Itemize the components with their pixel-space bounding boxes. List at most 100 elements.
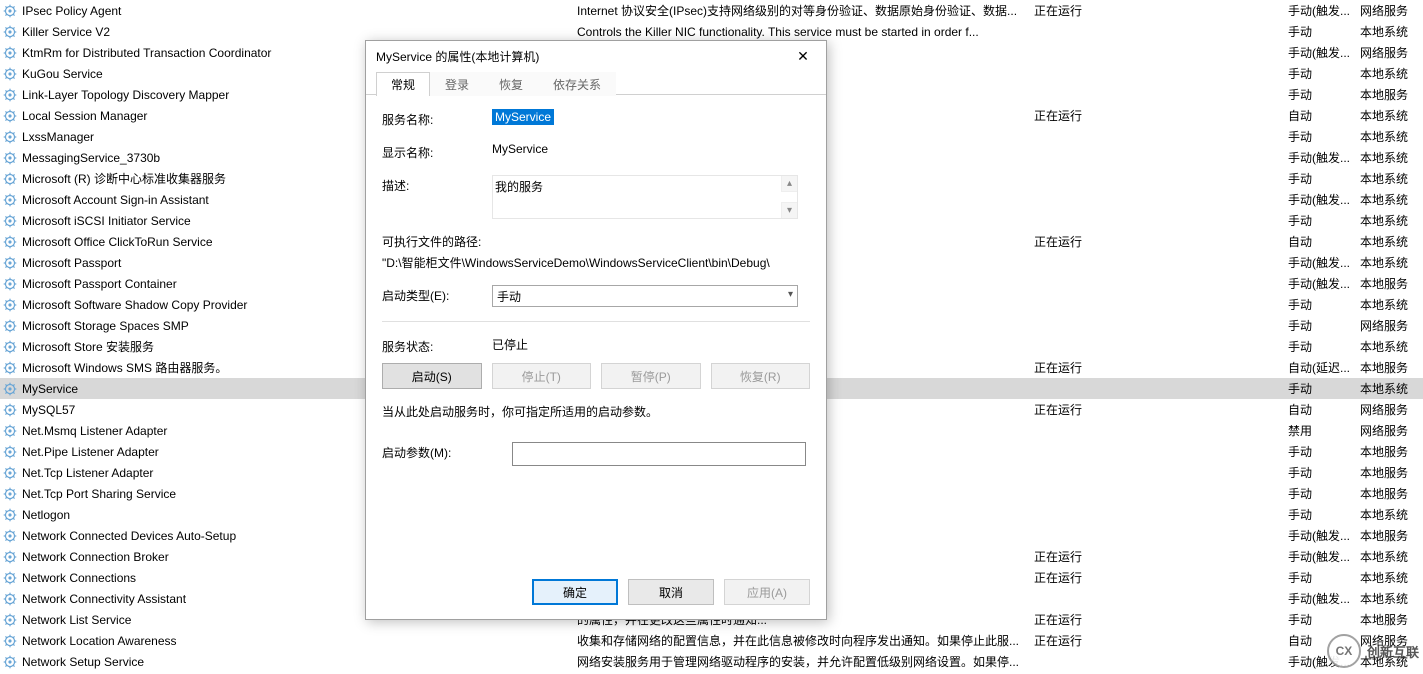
gear-icon bbox=[2, 402, 18, 418]
startup-params-input[interactable] bbox=[512, 442, 806, 466]
gear-icon bbox=[2, 255, 18, 271]
gear-icon bbox=[2, 612, 18, 628]
service-startup: 手动 bbox=[1288, 338, 1360, 355]
service-name: Microsoft Storage Spaces SMP bbox=[22, 319, 189, 333]
gear-icon bbox=[2, 465, 18, 481]
stop-button: 停止(T) bbox=[492, 363, 592, 389]
service-logon: 本地系统 bbox=[1360, 149, 1423, 166]
label-display-name: 显示名称: bbox=[382, 142, 492, 161]
gear-icon bbox=[2, 276, 18, 292]
service-row[interactable]: Network Setup Service网络安装服务用于管理网络驱动程序的安装… bbox=[0, 651, 1423, 672]
service-status: 正在运行 bbox=[1034, 233, 1288, 250]
scroll-down-icon[interactable]: ▾ bbox=[781, 202, 797, 218]
service-logon: 本地系统 bbox=[1360, 170, 1423, 187]
gear-icon bbox=[2, 129, 18, 145]
service-row[interactable]: IPsec Policy AgentInternet 协议安全(IPsec)支持… bbox=[0, 0, 1423, 21]
service-status: 正在运行 bbox=[1034, 632, 1288, 649]
service-name: LxssManager bbox=[22, 130, 94, 144]
scroll-up-icon[interactable]: ▴ bbox=[781, 176, 797, 192]
tab-dependencies[interactable]: 依存关系 bbox=[538, 72, 616, 96]
close-icon[interactable]: ✕ bbox=[780, 41, 826, 71]
service-startup: 手动 bbox=[1288, 464, 1360, 481]
service-startup: 手动 bbox=[1288, 569, 1360, 586]
service-logon: 网络服务 bbox=[1360, 44, 1423, 61]
gear-icon bbox=[2, 654, 18, 670]
service-logon: 本地服务 bbox=[1360, 611, 1423, 628]
service-startup: 手动 bbox=[1288, 611, 1360, 628]
service-description: Controls the Killer NIC functionality. T… bbox=[577, 25, 1034, 39]
tab-recovery[interactable]: 恢复 bbox=[484, 72, 538, 96]
gear-icon bbox=[2, 633, 18, 649]
ok-button[interactable]: 确定 bbox=[532, 579, 618, 605]
service-name: Network Connection Broker bbox=[22, 550, 169, 564]
service-logon: 本地服务 bbox=[1360, 275, 1423, 292]
service-status: 正在运行 bbox=[1034, 107, 1288, 124]
gear-icon bbox=[2, 381, 18, 397]
value-service-name: MyService bbox=[492, 109, 554, 125]
service-startup: 手动 bbox=[1288, 506, 1360, 523]
service-name: Microsoft Passport Container bbox=[22, 277, 177, 291]
service-startup: 自动 bbox=[1288, 107, 1360, 124]
dialog-title: MyService 的属性(本地计算机) bbox=[376, 48, 780, 65]
service-startup: 手动 bbox=[1288, 86, 1360, 103]
service-status: 正在运行 bbox=[1034, 548, 1288, 565]
service-name: Microsoft iSCSI Initiator Service bbox=[22, 214, 191, 228]
service-status: 正在运行 bbox=[1034, 569, 1288, 586]
service-row[interactable]: Killer Service V2 Controls the Killer NIC… bbox=[0, 21, 1423, 42]
service-name: IPsec Policy Agent bbox=[22, 4, 121, 18]
value-exe-path: "D:\智能柜文件\WindowsServiceDemo\WindowsServ… bbox=[382, 254, 810, 271]
gear-icon bbox=[2, 3, 18, 19]
label-description: 描述: bbox=[382, 175, 492, 219]
service-status: 正在运行 bbox=[1034, 401, 1288, 418]
tab-general[interactable]: 常规 bbox=[376, 72, 430, 96]
service-startup: 手动(触发... bbox=[1288, 2, 1360, 19]
service-logon: 本地系统 bbox=[1360, 569, 1423, 586]
service-row[interactable]: Network Location Awareness 收集和存储网络的配置信息，并… bbox=[0, 630, 1423, 651]
startup-type-select[interactable]: 手动 ▾ bbox=[492, 285, 798, 307]
service-description: 收集和存储网络的配置信息，并在此信息被修改时向程序发出通知。如果停止此服... bbox=[577, 632, 1034, 649]
resume-button: 恢复(R) bbox=[711, 363, 811, 389]
service-startup: 自动 bbox=[1288, 233, 1360, 250]
dialog-tabs: 常规 登录 恢复 依存关系 bbox=[366, 71, 826, 95]
tab-logon[interactable]: 登录 bbox=[430, 72, 484, 96]
service-name: Net.Pipe Listener Adapter bbox=[22, 445, 159, 459]
tab-body-general: 服务名称: MyService 显示名称: MyService 描述: 我的服务… bbox=[366, 95, 826, 569]
service-startup: 手动 bbox=[1288, 65, 1360, 82]
value-service-status: 已停止 bbox=[492, 336, 810, 355]
gear-icon bbox=[2, 297, 18, 313]
service-name: MyService bbox=[22, 382, 78, 396]
service-logon: 网络服务 bbox=[1360, 401, 1423, 418]
service-startup: 手动(触发... bbox=[1288, 149, 1360, 166]
service-startup: 自动(延迟... bbox=[1288, 359, 1360, 376]
service-startup: 手动 bbox=[1288, 296, 1360, 313]
service-startup: 手动(触发... bbox=[1288, 254, 1360, 271]
service-logon: 网络服务 bbox=[1360, 2, 1423, 19]
service-startup: 手动 bbox=[1288, 128, 1360, 145]
service-logon: 本地服务 bbox=[1360, 485, 1423, 502]
service-logon: 本地系统 bbox=[1360, 65, 1423, 82]
service-name: Killer Service V2 bbox=[22, 25, 110, 39]
pause-button: 暂停(P) bbox=[601, 363, 701, 389]
gear-icon bbox=[2, 192, 18, 208]
service-status: 正在运行 bbox=[1034, 359, 1288, 376]
start-button[interactable]: 启动(S) bbox=[382, 363, 482, 389]
service-name: MessagingService_3730b bbox=[22, 151, 160, 165]
service-name: Network Location Awareness bbox=[22, 634, 177, 648]
service-name: Net.Tcp Listener Adapter bbox=[22, 466, 153, 480]
gear-icon bbox=[2, 45, 18, 61]
description-box: 我的服务 ▴ ▾ bbox=[492, 175, 798, 219]
service-name: Network Setup Service bbox=[22, 655, 144, 669]
service-logon: 本地系统 bbox=[1360, 548, 1423, 565]
service-name: Local Session Manager bbox=[22, 109, 147, 123]
service-name: KtmRm for Distributed Transaction Coordi… bbox=[22, 46, 271, 60]
gear-icon bbox=[2, 360, 18, 376]
service-startup: 手动 bbox=[1288, 317, 1360, 334]
cancel-button[interactable]: 取消 bbox=[628, 579, 714, 605]
service-startup: 手动(触发... bbox=[1288, 548, 1360, 565]
label-service-name: 服务名称: bbox=[382, 109, 492, 128]
service-name: Network List Service bbox=[22, 613, 131, 627]
service-status: 正在运行 bbox=[1034, 2, 1288, 19]
service-logon: 本地系统 bbox=[1360, 590, 1423, 607]
service-logon: 本地服务 bbox=[1360, 464, 1423, 481]
gear-icon bbox=[2, 549, 18, 565]
